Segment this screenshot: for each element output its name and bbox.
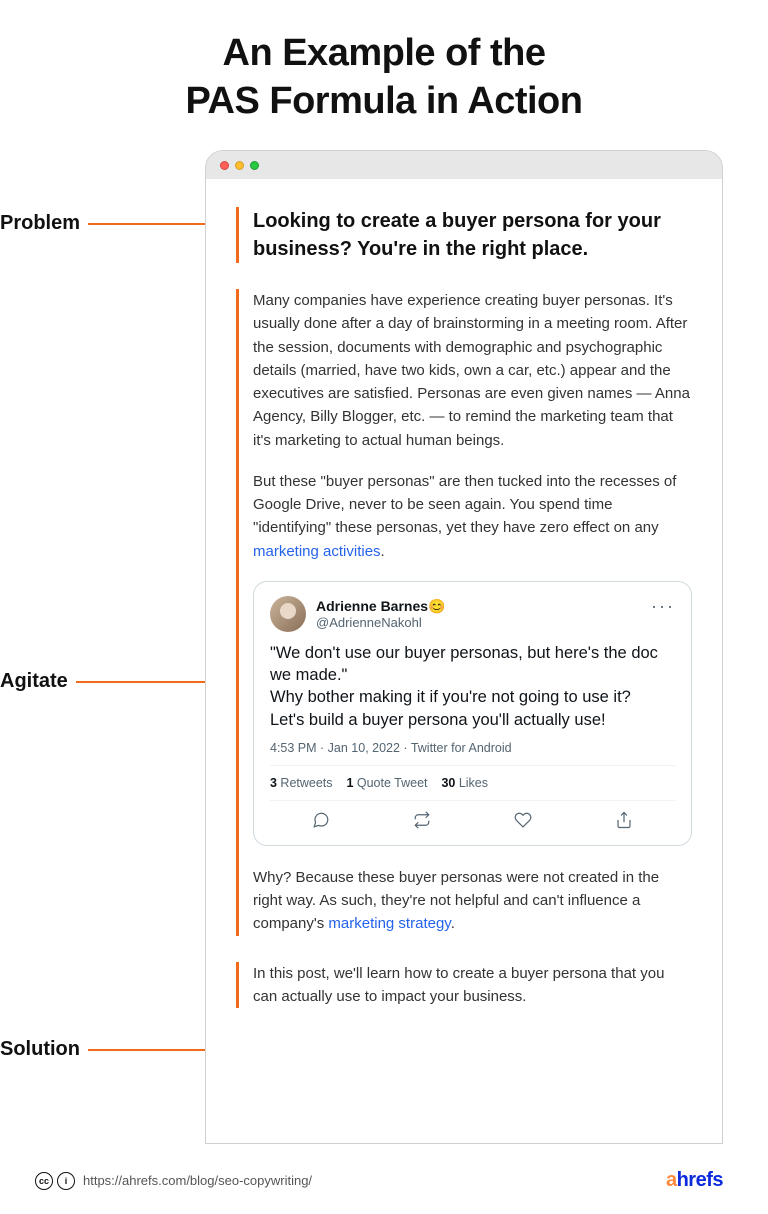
agitate-para-2: But these "buyer personas" are then tuck… — [253, 470, 692, 563]
tweet-timestamp: 4:53 PM · Jan 10, 2022 · Twitter for And… — [270, 741, 675, 766]
ahrefs-logo: ahrefs — [666, 1169, 723, 1192]
footer: cci https://ahrefs.com/blog/seo-copywrit… — [35, 1169, 723, 1192]
agitate-para-3: Why? Because these buyer personas were n… — [253, 866, 692, 936]
tweet-actions — [270, 801, 675, 845]
connector-line — [76, 681, 205, 683]
embedded-tweet: Adrienne Barnes😊 @AdrienneNakohl ··· "We… — [253, 581, 692, 846]
share-icon[interactable] — [615, 811, 633, 833]
window-min-dot — [235, 161, 244, 170]
more-icon[interactable]: ··· — [651, 596, 675, 617]
solution-text: In this post, we'll learn how to create … — [253, 962, 692, 1009]
label-solution: Solution — [0, 1038, 80, 1061]
like-icon[interactable] — [514, 811, 532, 833]
side-labels: Problem Agitate Solution — [0, 150, 205, 1144]
link-marketing-strategy[interactable]: marketing strategy — [328, 915, 450, 932]
browser-titlebar — [206, 151, 722, 179]
connector-line — [88, 1049, 205, 1051]
retweet-icon[interactable] — [413, 811, 431, 833]
label-agitate: Agitate — [0, 670, 68, 693]
browser-mockup: Looking to create a buyer persona for yo… — [205, 150, 723, 1144]
tweet-stats: 3 Retweets 1 Quote Tweet 30 Likes — [270, 766, 675, 801]
connector-line — [88, 223, 205, 225]
cc-license-icon: cci — [35, 1172, 75, 1190]
title-line-2: PAS Formula in Action — [186, 80, 583, 122]
window-close-dot — [220, 161, 229, 170]
avatar — [270, 596, 306, 632]
section-problem: Looking to create a buyer persona for yo… — [236, 207, 692, 263]
label-problem: Problem — [0, 212, 80, 235]
problem-text: Looking to create a buyer persona for yo… — [253, 207, 692, 263]
window-max-dot — [250, 161, 259, 170]
reply-icon[interactable] — [312, 811, 330, 833]
title-line-1: An Example of the — [223, 32, 546, 74]
article-content: Looking to create a buyer persona for yo… — [206, 179, 722, 1054]
link-marketing-activities[interactable]: marketing activities — [253, 543, 381, 560]
tweet-author-handle: @AdrienneNakohl — [316, 615, 445, 630]
section-agitate: Many companies have experience creating … — [236, 289, 692, 936]
tweet-body: "We don't use our buyer personas, but he… — [270, 642, 675, 731]
source-url: https://ahrefs.com/blog/seo-copywriting/ — [83, 1173, 312, 1188]
tweet-author-name: Adrienne Barnes😊 — [316, 598, 445, 615]
agitate-para-1: Many companies have experience creating … — [253, 289, 692, 452]
page-title: An Example of the PAS Formula in Action — [0, 0, 768, 145]
section-solution: In this post, we'll learn how to create … — [236, 962, 692, 1009]
